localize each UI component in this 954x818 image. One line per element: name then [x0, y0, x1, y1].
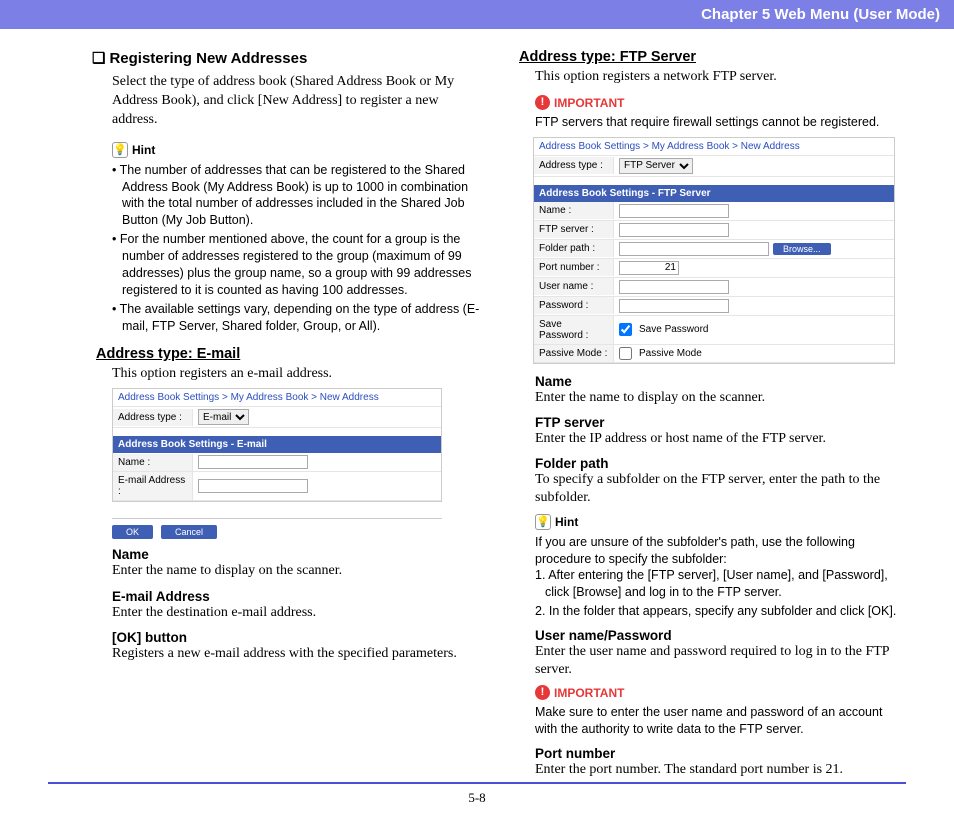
- field-desc: Enter the port number. The standard port…: [535, 761, 906, 779]
- addrtype-label: Address type :: [113, 409, 193, 426]
- cancel-button[interactable]: Cancel: [161, 525, 217, 539]
- subsection-lead: This option registers a network FTP serv…: [535, 69, 906, 85]
- hint-label-text: Hint: [555, 515, 578, 529]
- screenshot-ftp-form: Address Book Settings > My Address Book …: [533, 137, 895, 364]
- important-icon: !: [535, 95, 550, 110]
- form-section-band: Address Book Settings - FTP Server: [534, 185, 894, 202]
- field-desc: To specify a subfolder on the FTP server…: [535, 471, 906, 507]
- important-label: ! IMPORTANT: [535, 685, 624, 700]
- hint-item: The number of addresses that can be regi…: [122, 162, 483, 230]
- page-number: 5-8: [48, 782, 906, 806]
- chapter-header: Chapter 5 Web Menu (User Mode): [0, 0, 954, 29]
- heading-bullet-icon: ❏: [92, 50, 105, 67]
- name-label: Name :: [113, 454, 193, 471]
- email-label: E-mail Address :: [113, 472, 193, 500]
- username-input[interactable]: [619, 280, 729, 294]
- important-icon: !: [535, 685, 550, 700]
- name-input[interactable]: [619, 204, 729, 218]
- name-input[interactable]: [198, 455, 308, 469]
- screenshot-email-form: Address Book Settings > My Address Book …: [112, 388, 442, 502]
- hint-label-text: Hint: [132, 143, 155, 157]
- important-label: ! IMPORTANT: [535, 95, 624, 110]
- field-desc: Enter the name to display on the scanner…: [535, 389, 906, 407]
- left-column: ❏Registering New Addresses Select the ty…: [96, 49, 483, 779]
- breadcrumb: Address Book Settings > My Address Book …: [113, 389, 441, 407]
- subsection-heading: Address type: FTP Server: [519, 49, 906, 65]
- field-name: Port number: [535, 746, 906, 761]
- subsection-heading: Address type: E-mail: [96, 346, 483, 362]
- field-desc: Enter the user name and password require…: [535, 643, 906, 679]
- savepassword-label: Save Password :: [534, 316, 614, 344]
- hint-step: In the folder that appears, specify any …: [545, 603, 906, 620]
- username-label: User name :: [534, 278, 614, 295]
- field-desc: Enter the destination e-mail address.: [112, 604, 483, 622]
- email-input[interactable]: [198, 479, 308, 493]
- field-name: User name/Password: [535, 628, 906, 643]
- addrtype-select[interactable]: E-mail: [198, 409, 249, 425]
- password-input[interactable]: [619, 299, 729, 313]
- hint-steps: After entering the [FTP server], [User n…: [535, 567, 906, 620]
- field-name: Folder path: [535, 456, 906, 471]
- browse-button[interactable]: Browse...: [773, 243, 831, 255]
- important-text: Make sure to enter the user name and pas…: [535, 704, 906, 738]
- breadcrumb: Address Book Settings > My Address Book …: [534, 138, 894, 156]
- port-label: Port number :: [534, 259, 614, 276]
- field-name: E-mail Address: [112, 589, 483, 604]
- field-name: Name: [535, 374, 906, 389]
- hint-label: 💡 Hint: [112, 142, 155, 158]
- passivemode-checkbox[interactable]: [619, 347, 632, 360]
- section-heading: ❏Registering New Addresses: [92, 49, 483, 67]
- hint-label: 💡 Hint: [535, 514, 578, 530]
- hint-list: The number of addresses that can be regi…: [112, 162, 483, 335]
- heading-text: Registering New Addresses: [109, 50, 307, 67]
- addrtype-label: Address type :: [534, 157, 614, 174]
- field-desc: Registers a new e-mail address with the …: [112, 645, 483, 663]
- page-body: ❏Registering New Addresses Select the ty…: [0, 29, 954, 779]
- hint-item: For the number mentioned above, the coun…: [122, 231, 483, 299]
- password-label: Password :: [534, 297, 614, 314]
- important-label-text: IMPORTANT: [554, 96, 624, 110]
- subsection-lead: This option registers an e-mail address.: [112, 366, 483, 382]
- form-section-band: Address Book Settings - E-mail: [113, 436, 441, 453]
- addrtype-select[interactable]: FTP Server: [619, 158, 693, 174]
- hint-step: After entering the [FTP server], [User n…: [545, 567, 906, 601]
- port-input[interactable]: [619, 261, 679, 275]
- hint-intro: If you are unsure of the subfolder's pat…: [535, 534, 906, 568]
- folderpath-label: Folder path :: [534, 240, 614, 257]
- hint-icon: 💡: [112, 142, 128, 158]
- field-name: Name: [112, 547, 483, 562]
- field-name: [OK] button: [112, 630, 483, 645]
- name-label: Name :: [534, 202, 614, 219]
- ftpserver-input[interactable]: [619, 223, 729, 237]
- ok-button[interactable]: OK: [112, 525, 153, 539]
- passivemode-label: Passive Mode :: [534, 345, 614, 362]
- important-label-text: IMPORTANT: [554, 686, 624, 700]
- form-buttons: OK Cancel: [112, 525, 483, 539]
- passivemode-text: Passive Mode: [639, 348, 702, 359]
- folderpath-input[interactable]: [619, 242, 769, 256]
- savepassword-text: Save Password: [639, 324, 708, 335]
- hint-item: The available settings vary, depending o…: [122, 301, 483, 335]
- ftpserver-label: FTP server :: [534, 221, 614, 238]
- field-name: FTP server: [535, 415, 906, 430]
- hint-icon: 💡: [535, 514, 551, 530]
- important-text: FTP servers that require firewall settin…: [535, 114, 906, 131]
- field-desc: Enter the name to display on the scanner…: [112, 562, 483, 580]
- separator: [112, 518, 442, 519]
- intro-paragraph: Select the type of address book (Shared …: [112, 73, 483, 130]
- savepassword-checkbox[interactable]: [619, 323, 632, 336]
- right-column: Address type: FTP Server This option reg…: [519, 49, 906, 779]
- field-desc: Enter the IP address or host name of the…: [535, 430, 906, 448]
